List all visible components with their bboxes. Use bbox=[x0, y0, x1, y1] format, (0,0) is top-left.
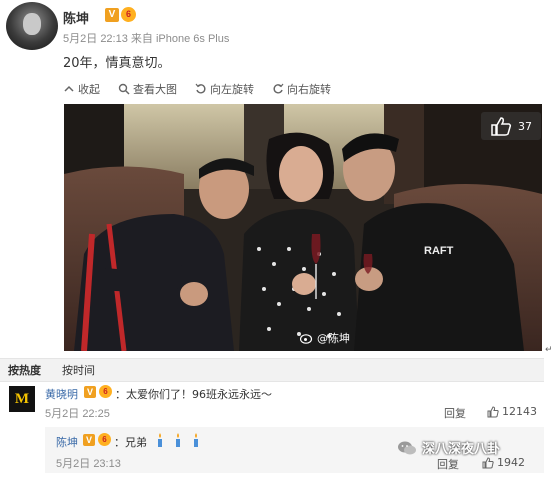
shirt-print: RAFT bbox=[424, 245, 454, 257]
rotate-right-button[interactable]: 向右旋转 bbox=[272, 80, 331, 98]
commenter-level-badge[interactable]: 6 bbox=[99, 385, 112, 398]
comment-text: ：太爱你们了！96班永远永远～ bbox=[115, 388, 272, 401]
photo-watermark: @陈坤 bbox=[300, 330, 350, 346]
sort-by-hot[interactable]: 按热度 bbox=[8, 362, 41, 378]
commenter-avatar[interactable]: M bbox=[9, 386, 35, 412]
comment-reply-button[interactable]: 回复 bbox=[444, 405, 466, 421]
rotate-left-label: 向左旋转 bbox=[210, 83, 254, 96]
post-time[interactable]: 22:13 bbox=[100, 33, 128, 45]
collapse-button[interactable]: 收起 bbox=[63, 80, 100, 98]
wechat-logo-icon bbox=[398, 441, 416, 454]
candle-emoji-icon bbox=[194, 433, 198, 447]
reply-reply-button[interactable]: 回复 bbox=[437, 456, 459, 472]
rotate-left-button[interactable]: 向左旋转 bbox=[195, 80, 254, 98]
source-prefix: 来自 bbox=[130, 33, 153, 45]
return-mark: ↵ bbox=[545, 345, 553, 355]
weibo-logo-icon bbox=[300, 334, 313, 344]
author-avatar[interactable] bbox=[6, 2, 58, 50]
comment-date: 5月2日 bbox=[45, 408, 80, 420]
comment-like-count: 12143 bbox=[502, 405, 537, 418]
wechat-watermark-text: 深八深夜八卦 bbox=[422, 442, 501, 457]
rotate-right-icon bbox=[273, 83, 284, 94]
post-meta: 5月2日 22:13 来自 iPhone 6s Plus bbox=[63, 30, 229, 46]
post-photo[interactable]: RAFT bbox=[64, 104, 542, 351]
magnifier-icon bbox=[118, 83, 130, 95]
rotate-right-label: 向右旋转 bbox=[287, 83, 331, 96]
photo-like-count: 37 bbox=[518, 119, 532, 133]
post-text: 20年，情真意切。 bbox=[63, 56, 171, 71]
image-toolbar: 收起 查看大图 向左旋转 向右旋转 bbox=[63, 80, 331, 98]
reply-author-name[interactable]: 陈坤 bbox=[56, 434, 78, 450]
reply-text: ：兄弟 bbox=[114, 436, 147, 449]
member-level-badge[interactable]: 6 bbox=[121, 7, 136, 22]
reply-level-badge[interactable]: 6 bbox=[98, 433, 111, 446]
view-large-button[interactable]: 查看大图 bbox=[118, 80, 177, 98]
post-source: iPhone 6s Plus bbox=[155, 33, 230, 45]
rotate-left-icon bbox=[195, 83, 206, 94]
comment-time: 22:25 bbox=[82, 408, 110, 420]
view-large-label: 查看大图 bbox=[133, 83, 177, 96]
reply-date: 5月2日 bbox=[56, 458, 91, 470]
sort-by-time[interactable]: 按时间 bbox=[62, 362, 95, 378]
photo-illustration: RAFT bbox=[64, 104, 542, 351]
avatar-face bbox=[23, 13, 41, 35]
collapse-icon bbox=[64, 85, 74, 92]
thumbs-up-icon bbox=[491, 117, 512, 136]
post-date[interactable]: 5月2日 bbox=[63, 33, 97, 45]
watermark-text: @陈坤 bbox=[317, 332, 350, 345]
wechat-watermark: 深八深夜八卦 bbox=[397, 438, 500, 457]
candle-emoji-icon bbox=[158, 433, 162, 447]
author-name[interactable]: 陈坤 bbox=[63, 8, 89, 27]
collapse-label: 收起 bbox=[78, 83, 100, 96]
reply-like-count: 1942 bbox=[497, 456, 525, 469]
reply-like-button[interactable]: 1942 bbox=[482, 456, 525, 469]
commenter-name[interactable]: 黄晓明 bbox=[45, 386, 78, 402]
reply-emoji-group bbox=[152, 432, 204, 448]
candle-emoji-icon bbox=[176, 433, 180, 447]
thumbs-up-icon bbox=[482, 456, 494, 468]
reply-timestamp: 5月2日 23:13 bbox=[56, 455, 121, 471]
thumbs-up-icon bbox=[487, 405, 499, 417]
photo-like-button[interactable]: 37 bbox=[481, 112, 541, 140]
reply-time: 23:13 bbox=[93, 458, 121, 470]
reply-verified-badge[interactable]: V bbox=[83, 434, 95, 446]
commenter-verified-badge[interactable]: V bbox=[84, 386, 96, 398]
verified-badge[interactable]: V bbox=[105, 8, 119, 22]
comment-timestamp: 5月2日 22:25 bbox=[45, 405, 110, 421]
comment-like-button[interactable]: 12143 bbox=[487, 405, 537, 418]
